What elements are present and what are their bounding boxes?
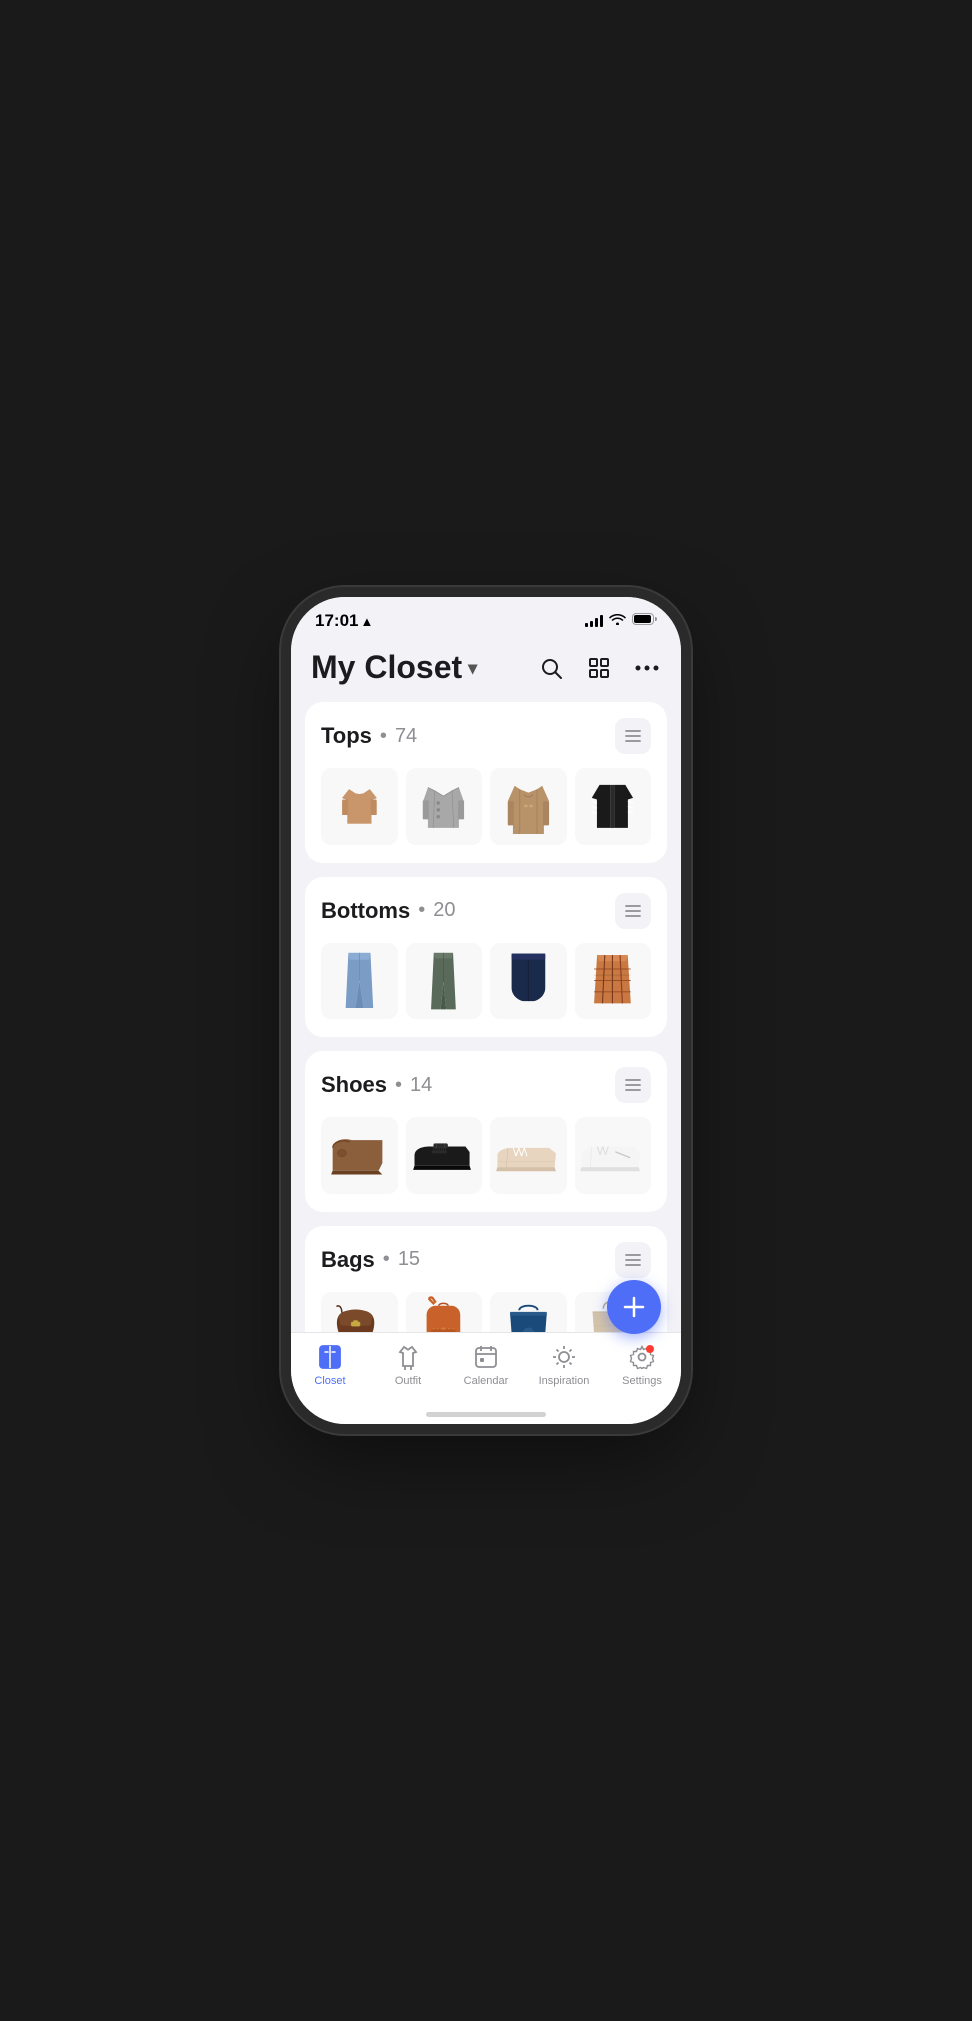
settings-icon	[628, 1343, 656, 1371]
app-header: My Closet ▾	[291, 637, 681, 702]
inspiration-nav-label: Inspiration	[539, 1375, 590, 1387]
shoes-section: Shoes • 14	[305, 1051, 667, 1212]
phone-frame: 17:01▲	[291, 597, 681, 1424]
inspiration-icon	[550, 1343, 578, 1371]
status-bar: 17:01▲	[291, 597, 681, 637]
battery-icon	[632, 612, 657, 630]
closet-nav-label: Closet	[314, 1375, 345, 1387]
shoes-header: Shoes • 14	[321, 1067, 651, 1103]
bottoms-item-1[interactable]	[321, 943, 398, 1020]
more-options-button[interactable]	[633, 654, 661, 682]
shoes-grid	[321, 1117, 651, 1194]
bottom-nav: Closet Outfit	[291, 1332, 681, 1404]
tops-item-4[interactable]	[575, 768, 652, 845]
wifi-icon	[609, 612, 626, 630]
settings-nav-label: Settings	[622, 1375, 662, 1387]
home-indicator	[291, 1404, 681, 1424]
outfit-nav-label: Outfit	[395, 1375, 421, 1387]
bottoms-item-2[interactable]	[406, 943, 483, 1020]
search-button[interactable]	[537, 654, 565, 682]
bottoms-title: Bottoms • 20	[321, 898, 455, 924]
bags-list-button[interactable]	[615, 1242, 651, 1278]
tops-section: Tops • 74	[305, 702, 667, 863]
bottoms-grid	[321, 943, 651, 1020]
bags-title: Bags • 15	[321, 1247, 420, 1273]
bags-item-2[interactable]	[406, 1292, 483, 1333]
nav-item-inspiration[interactable]: Inspiration	[525, 1341, 603, 1387]
shoes-list-button[interactable]	[615, 1067, 651, 1103]
tops-title: Tops • 74	[321, 723, 417, 749]
bottoms-header: Bottoms • 20	[321, 893, 651, 929]
bags-item-3[interactable]: G	[490, 1292, 567, 1333]
nav-item-outfit[interactable]: Outfit	[369, 1341, 447, 1387]
settings-notification-dot	[646, 1345, 654, 1353]
shoes-title: Shoes • 14	[321, 1072, 432, 1098]
tops-header: Tops • 74	[321, 718, 651, 754]
home-bar	[426, 1412, 546, 1417]
bags-header: Bags • 15	[321, 1242, 651, 1278]
shoes-item-4[interactable]	[575, 1117, 652, 1194]
status-time: 17:01▲	[315, 611, 373, 631]
add-item-fab[interactable]	[607, 1280, 661, 1334]
bottoms-section: Bottoms • 20	[305, 877, 667, 1038]
tops-dot: •	[380, 725, 387, 748]
tops-grid	[321, 768, 651, 845]
nav-item-settings[interactable]: Settings	[603, 1341, 681, 1387]
bags-item-1[interactable]	[321, 1292, 398, 1333]
chevron-down-icon: ▾	[468, 658, 477, 679]
calendar-icon	[472, 1343, 500, 1371]
calendar-nav-label: Calendar	[464, 1375, 509, 1387]
closet-icon	[316, 1343, 344, 1371]
grid-view-button[interactable]	[585, 654, 613, 682]
shoes-item-3[interactable]	[490, 1117, 567, 1194]
tops-item-3[interactable]	[490, 768, 567, 845]
signal-icon	[585, 615, 603, 627]
scroll-area[interactable]: Tops • 74	[291, 702, 681, 1332]
status-icons	[585, 612, 657, 630]
bottoms-item-3[interactable]	[490, 943, 567, 1020]
page-title[interactable]: My Closet ▾	[311, 649, 477, 686]
nav-item-closet[interactable]: Closet	[291, 1341, 369, 1387]
bottoms-item-4[interactable]	[575, 943, 652, 1020]
shoes-item-2[interactable]	[406, 1117, 483, 1194]
header-actions	[537, 654, 661, 682]
outfit-icon	[394, 1343, 422, 1371]
tops-list-button[interactable]	[615, 718, 651, 754]
shoes-item-1[interactable]	[321, 1117, 398, 1194]
nav-item-calendar[interactable]: Calendar	[447, 1341, 525, 1387]
page-title-text: My Closet	[311, 649, 462, 686]
tops-item-2[interactable]	[406, 768, 483, 845]
bottoms-list-button[interactable]	[615, 893, 651, 929]
bags-grid: G	[321, 1292, 651, 1333]
tops-item-1[interactable]	[321, 768, 398, 845]
